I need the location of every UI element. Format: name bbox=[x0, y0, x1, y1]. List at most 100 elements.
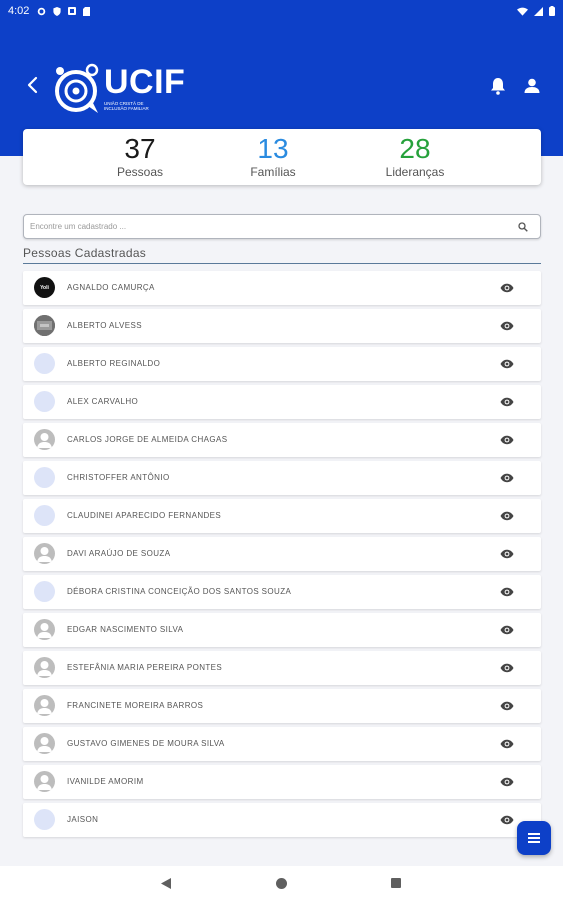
status-notification-icons bbox=[37, 6, 91, 16]
list-item[interactable]: DÉBORA CRISTINA CONCEIÇÃO DOS SANTOS SOU… bbox=[23, 575, 541, 609]
eye-icon[interactable] bbox=[500, 473, 514, 483]
avatar bbox=[34, 733, 55, 754]
eye-icon[interactable] bbox=[500, 815, 514, 825]
logo-title: UCIF bbox=[104, 63, 186, 101]
nav-recents-icon[interactable] bbox=[391, 878, 401, 888]
avatar bbox=[34, 657, 55, 678]
eye-icon[interactable] bbox=[500, 549, 514, 559]
person-name: EDGAR NASCIMENTO SILVA bbox=[67, 625, 184, 634]
list-item[interactable]: IVANILDE AMORIM bbox=[23, 765, 541, 799]
menu-icon bbox=[528, 833, 540, 843]
avatar bbox=[34, 619, 55, 640]
list-item[interactable]: JAISON bbox=[23, 803, 541, 837]
person-name: JAISON bbox=[67, 815, 99, 824]
stat-familias-value: 13 bbox=[257, 133, 289, 164]
default-avatar-icon bbox=[37, 737, 52, 752]
person-name: IVANILDE AMORIM bbox=[67, 777, 144, 786]
list-item[interactable]: CARLOS JORGE DE ALMEIDA CHAGAS bbox=[23, 423, 541, 457]
person-name: FRANCINETE MOREIRA BARROS bbox=[67, 701, 204, 710]
avatar bbox=[34, 771, 55, 792]
stat-liderancas-value: 28 bbox=[399, 133, 431, 164]
stat-pessoas-value: 37 bbox=[124, 133, 156, 164]
list-item[interactable]: ALEX CARVALHO bbox=[23, 385, 541, 419]
stat-liderancas-label: Lideranças bbox=[385, 165, 445, 179]
person-name: ALBERTO ALVESS bbox=[67, 321, 142, 330]
eye-icon[interactable] bbox=[500, 587, 514, 597]
list-item[interactable]: ESTEFÂNIA MARIA PEREIRA PONTES bbox=[23, 651, 541, 685]
menu-fab-button[interactable] bbox=[517, 821, 551, 855]
eye-icon[interactable] bbox=[500, 435, 514, 445]
photo-avatar-icon bbox=[34, 315, 55, 336]
eye-icon[interactable] bbox=[500, 321, 514, 331]
nav-home-icon[interactable] bbox=[276, 878, 287, 889]
stat-familias-label: Famílias bbox=[250, 165, 296, 179]
shield-icon bbox=[53, 6, 62, 16]
search-icon[interactable] bbox=[518, 222, 528, 232]
eye-icon[interactable] bbox=[500, 777, 514, 787]
list-item[interactable]: DAVI ARAÚJO DE SOUZA bbox=[23, 537, 541, 571]
stat-familias[interactable]: 13 Famílias bbox=[213, 133, 333, 179]
list-item[interactable]: ALBERTO REGINALDO bbox=[23, 347, 541, 381]
eye-icon[interactable] bbox=[500, 283, 514, 293]
stat-liderancas[interactable]: 28 Lideranças bbox=[355, 133, 475, 179]
search-box bbox=[23, 214, 541, 239]
stat-pessoas[interactable]: 37 Pessoas bbox=[80, 133, 200, 179]
default-avatar-icon bbox=[37, 699, 52, 714]
default-avatar-icon bbox=[37, 661, 52, 676]
eye-icon[interactable] bbox=[500, 625, 514, 635]
person-name: CARLOS JORGE DE ALMEIDA CHAGAS bbox=[67, 435, 228, 444]
user-icon[interactable] bbox=[522, 76, 542, 96]
person-name: ESTEFÂNIA MARIA PEREIRA PONTES bbox=[67, 663, 223, 672]
list-item[interactable]: FRANCINETE MOREIRA BARROS bbox=[23, 689, 541, 723]
avatar bbox=[34, 353, 55, 374]
avatar bbox=[34, 695, 55, 716]
person-name: ALEX CARVALHO bbox=[67, 397, 139, 406]
person-name: DÉBORA CRISTINA CONCEIÇÃO DOS SANTOS SOU… bbox=[67, 587, 292, 596]
signal-icon bbox=[534, 6, 543, 16]
battery-icon bbox=[549, 6, 555, 16]
default-avatar-icon bbox=[37, 623, 52, 638]
list-item[interactable]: EDGAR NASCIMENTO SILVA bbox=[23, 613, 541, 647]
person-name: AGNALDO CAMURÇA bbox=[67, 283, 155, 292]
avatar bbox=[34, 809, 55, 830]
app-badge-icon bbox=[68, 7, 77, 15]
avatar bbox=[34, 315, 55, 336]
status-bar: 4:02 bbox=[0, 0, 563, 22]
settings-gear-icon bbox=[38, 7, 46, 15]
list-item[interactable]: CHRISTOFFER ANTÔNIO bbox=[23, 461, 541, 495]
avatar-text: Yoli bbox=[40, 284, 49, 291]
wifi-icon bbox=[517, 7, 528, 16]
logo-subtitle: UNIÃO CRISTÃ DE INCLUSÃO FAMILIAR bbox=[104, 101, 149, 111]
search-input[interactable] bbox=[30, 215, 510, 238]
eye-icon[interactable] bbox=[500, 397, 514, 407]
list-item[interactable]: CLAUDINEI APARECIDO FERNANDES bbox=[23, 499, 541, 533]
people-list: Yoli AGNALDO CAMURÇA ALBERTO ALVESS ALBERTO… bbox=[23, 271, 541, 841]
stats-card: 37 Pessoas 13 Famílias 28 Lideranças bbox=[23, 129, 541, 185]
list-item[interactable]: ALBERTO ALVESS bbox=[23, 309, 541, 343]
avatar bbox=[34, 581, 55, 602]
status-time: 4:02 bbox=[8, 5, 30, 17]
default-avatar-icon bbox=[37, 547, 52, 562]
person-name: DAVI ARAÚJO DE SOUZA bbox=[67, 549, 171, 558]
avatar bbox=[34, 391, 55, 412]
eye-icon[interactable] bbox=[500, 739, 514, 749]
default-avatar-icon bbox=[37, 775, 52, 790]
nav-back-icon[interactable] bbox=[161, 878, 172, 889]
avatar bbox=[34, 467, 55, 488]
list-item[interactable]: Yoli AGNALDO CAMURÇA bbox=[23, 271, 541, 305]
person-name: ALBERTO REGINALDO bbox=[67, 359, 161, 368]
system-nav-bar bbox=[0, 866, 563, 900]
eye-icon[interactable] bbox=[500, 701, 514, 711]
stat-pessoas-label: Pessoas bbox=[116, 165, 164, 179]
list-item[interactable]: GUSTAVO GIMENES DE MOURA SILVA bbox=[23, 727, 541, 761]
back-arrow-icon[interactable] bbox=[24, 74, 42, 96]
eye-icon[interactable] bbox=[500, 511, 514, 521]
default-avatar-icon bbox=[37, 433, 52, 448]
avatar: Yoli bbox=[34, 277, 55, 298]
bell-icon[interactable] bbox=[488, 76, 508, 96]
person-name: CLAUDINEI APARECIDO FERNANDES bbox=[67, 511, 222, 520]
ucif-logo: UCIF UNIÃO CRISTÃ DE INCLUSÃO FAMILIAR bbox=[52, 58, 185, 118]
eye-icon[interactable] bbox=[500, 359, 514, 369]
eye-icon[interactable] bbox=[500, 663, 514, 673]
sd-card-icon bbox=[83, 6, 91, 16]
